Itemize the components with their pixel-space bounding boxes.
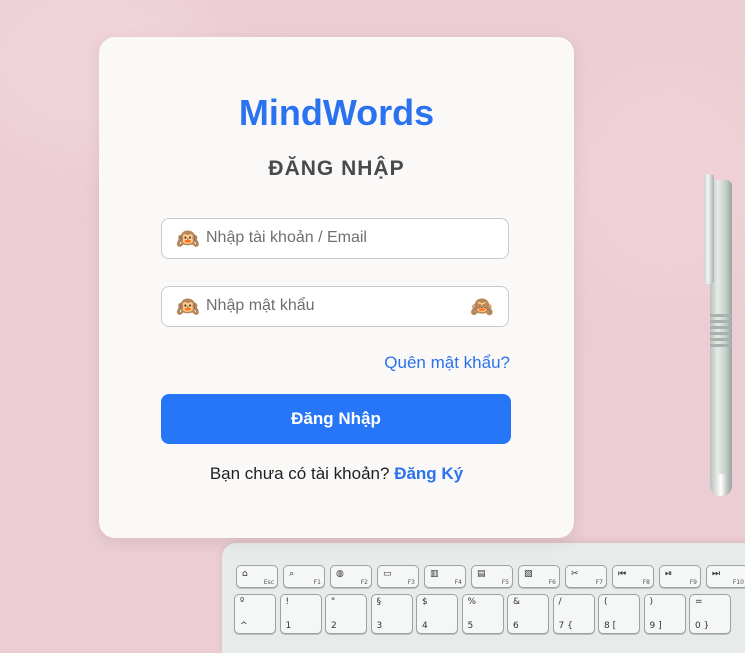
keyboard-key: ◍ F2 <box>330 565 372 588</box>
keyboard-key: ✂ F7 <box>565 565 607 588</box>
password-field[interactable]: 🙉 Nhập mật khẩu 🙈 <box>161 286 509 327</box>
keyboard-key: ⏯ F9 <box>659 565 701 588</box>
keyboard-key: ⌂ Esc <box>236 565 278 588</box>
keyboard-key: (8 [ <box>598 594 640 634</box>
keyboard-key: $4 <box>416 594 458 634</box>
pen-decoration <box>702 174 734 496</box>
keyboard-key: ▥ F4 <box>424 565 466 588</box>
keyboard-key: ! 1 <box>279 594 322 634</box>
monkey-ears-icon: 🙉 <box>176 228 200 250</box>
keyboard-key: ▧ F6 <box>518 565 560 588</box>
password-placeholder: Nhập mật khẩu <box>206 297 315 314</box>
keyboard-key: = 0 } <box>689 594 731 634</box>
keyboard-key: " 2 <box>325 594 367 634</box>
signup-link[interactable]: Đăng Ký <box>394 464 463 483</box>
login-heading: ĐĂNG NHẬP <box>268 157 405 180</box>
keyboard-key: ⏮ F8 <box>612 565 654 588</box>
login-card: MindWords ĐĂNG NHẬP 🙉 Nhập tài khoản / E… <box>99 37 574 538</box>
brand-title: MindWords <box>238 92 435 133</box>
keyboard-key: ) 9 ] <box>643 594 686 634</box>
keyboard-key: ⌕ F1 <box>283 565 325 588</box>
signup-prompt: Bạn chưa có tài khoản? <box>209 464 390 483</box>
keyboard-decoration: ⌂ Esc ⌕ F1 ◍ F2 ▭ F3 ▥ F4 ▤ F5 ▧ F6 ✂ F7 ⏮ F8 ⏯ F9 ⏭ F10 º ^! 1… <box>222 543 745 653</box>
login-button[interactable]: Đăng Nhập <box>161 394 511 444</box>
monkey-ears-icon: 🙉 <box>176 296 200 318</box>
signup-row: Bạn chưa có tài khoản? Đăng Ký <box>99 464 574 484</box>
keyboard-key: /7 { <box>552 594 595 634</box>
keyboard-key: § 3 <box>370 594 413 634</box>
keyboard-key: ▭ F3 <box>377 565 419 588</box>
keyboard-key: ⏭ F10 <box>706 565 745 588</box>
keyboard-key: & 6 <box>507 594 549 634</box>
show-password-toggle-icon[interactable]: 🙈 <box>470 296 494 318</box>
username-placeholder: Nhập tài khoản / Email <box>206 229 367 246</box>
keyboard-key: º ^ <box>234 594 276 634</box>
username-field[interactable]: 🙉 Nhập tài khoản / Email <box>161 218 509 259</box>
forgot-password-link[interactable]: Quên mật khẩu? <box>384 353 510 373</box>
keyboard-key: % 5 <box>461 594 504 634</box>
keyboard-key: ▤ F5 <box>471 565 513 588</box>
